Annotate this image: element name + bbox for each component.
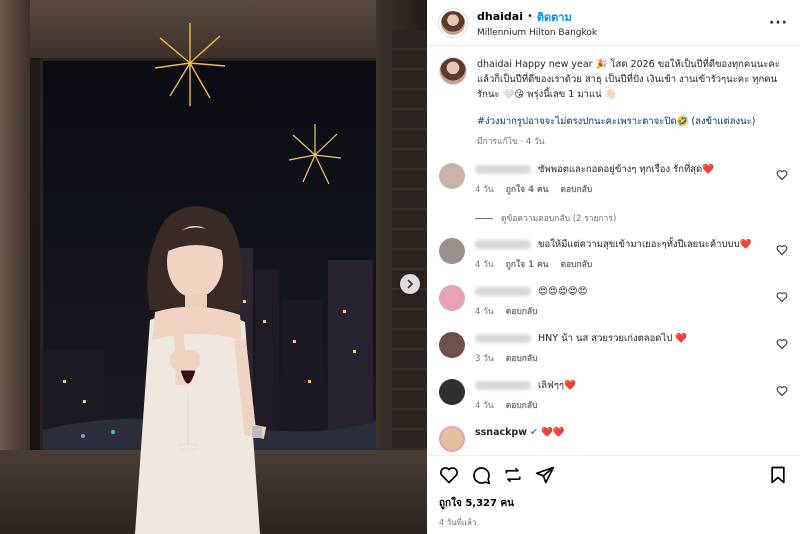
reply-button[interactable]: ตอบกลับ (506, 399, 538, 413)
post-photo (0, 0, 427, 534)
comment-time: 4 วัน (475, 401, 494, 411)
comment-avatar[interactable] (439, 332, 465, 358)
comment-avatar[interactable] (439, 379, 465, 405)
post-side-panel: dhaidai • ติดตาม Millennium Hilton Bangk… (427, 0, 800, 534)
comment-time: 4 วัน (475, 260, 494, 270)
more-options-icon[interactable]: ··· (769, 15, 788, 31)
comment-item: เลิฟๆๆ❤️ 4 วัน ตอบกลับ (439, 379, 788, 413)
comment-avatar[interactable] (439, 285, 465, 311)
comment-time: 4 วัน (475, 185, 494, 195)
comment-avatar[interactable] (439, 163, 465, 189)
reply-button[interactable]: ตอบกลับ (560, 258, 592, 272)
comment-username[interactable]: ssnackpw (475, 427, 527, 438)
caption-username[interactable]: dhaidai (477, 59, 512, 70)
firework (154, 23, 226, 106)
comment-likes[interactable]: ถูกใจ 1 คน (506, 258, 549, 272)
firework (288, 124, 342, 185)
like-comment-icon[interactable] (776, 385, 788, 397)
share-icon[interactable] (535, 465, 555, 485)
follow-button[interactable]: ติดตาม (537, 8, 572, 26)
author-avatar[interactable] (439, 8, 467, 37)
comment-item: HNY น้า นส สวยรวยเก่งตลอดไป ❤️ 3 วัน ตอบ… (439, 332, 788, 366)
comment-likes[interactable]: ถูกใจ 4 คน (506, 183, 549, 197)
verified-badge-icon: ✔ (530, 427, 539, 438)
blurred-username (475, 334, 531, 343)
comment-item: 😍😍😍😍😍 4 วัน ตอบกลับ (439, 285, 788, 319)
caption-hashtag[interactable]: #ง่วงมากรูปอาจจะไม่ตรงปกนะคะเพราะตาจะปิด… (477, 114, 788, 129)
chevron-right-icon (407, 279, 414, 289)
repost-icon[interactable] (503, 465, 523, 485)
post-actions: ถูกใจ 5,327 คน 4 วันที่แล้ว (427, 455, 800, 529)
like-comment-icon[interactable] (776, 244, 788, 256)
bookmark-icon[interactable] (768, 465, 788, 485)
reply-button[interactable]: ตอบกลับ (506, 305, 538, 319)
post-header: dhaidai • ติดตาม Millennium Hilton Bangk… (427, 0, 800, 46)
caption-avatar[interactable] (439, 57, 467, 85)
comment-text: ขอให้มีแต่ความสุขเข้ามาเยอะๆทั้งปีเลยนะค… (538, 239, 752, 250)
building (392, 30, 427, 470)
comment-text: ซัพพอตและกอดอยู่ข้างๆ ทุกเรื่อง รักที่สุ… (538, 164, 715, 175)
reply-button[interactable]: ตอบกลับ (506, 352, 538, 366)
caption-text: Happy new year 🎉 โสด 2026 ขอให้เป็นปีที่… (477, 59, 780, 100)
heart-icon[interactable] (439, 465, 459, 485)
woman-figure (135, 206, 267, 534)
replies-line (475, 217, 493, 219)
comment-time: 4 วัน (475, 307, 494, 317)
comments-list[interactable]: dhaidai Happy new year 🎉 โสด 2026 ขอให้เ… (427, 47, 800, 455)
blurred-username (475, 240, 531, 249)
comment-item: ขอให้มีแต่ความสุขเข้ามาเยอะๆทั้งปีเลยนะค… (439, 238, 788, 272)
blurred-username (475, 165, 531, 174)
like-comment-icon[interactable] (776, 291, 788, 303)
comment-item: ซัพพอตและกอดอยู่ข้างๆ ทุกเรื่อง รักที่สุ… (439, 163, 788, 197)
location-link[interactable]: Millennium Hilton Bangkok (477, 28, 769, 38)
like-comment-icon[interactable] (776, 338, 788, 350)
author-username[interactable]: dhaidai (477, 10, 523, 23)
likes-count[interactable]: ถูกใจ 5,327 คน (439, 496, 788, 511)
view-replies-button[interactable]: ดูข้อความตอบกลับ (2 รายการ) (475, 211, 788, 225)
comment-text: HNY น้า นส สวยรวยเก่งตลอดไป ❤️ (538, 333, 688, 344)
comment-text: ❤️❤️ (541, 427, 565, 438)
post-time: 4 วันที่แล้ว (439, 518, 477, 527)
like-comment-icon[interactable] (776, 169, 788, 181)
caption-meta: มีการแก้ไข · 4 วัน (477, 137, 545, 147)
blurred-username (475, 381, 531, 390)
comment-text: 😍😍😍😍😍 (538, 286, 588, 297)
comment-text: เลิฟๆๆ❤️ (538, 380, 576, 391)
comment-icon[interactable] (471, 465, 491, 485)
view-replies-label: ดูข้อความตอบกลับ (2 รายการ) (501, 214, 617, 224)
reply-button[interactable]: ตอบกลับ (560, 183, 592, 197)
comment-avatar[interactable] (439, 426, 465, 452)
next-image-button[interactable] (400, 274, 420, 294)
separator-dot: • (526, 11, 533, 22)
blurred-username (475, 287, 531, 296)
comment-avatar[interactable] (439, 238, 465, 264)
comment-time: 3 วัน (475, 354, 494, 364)
comment-item: ssnackpw ✔ ❤️❤️ (439, 426, 788, 452)
caption: dhaidai Happy new year 🎉 โสด 2026 ขอให้เ… (439, 57, 788, 150)
